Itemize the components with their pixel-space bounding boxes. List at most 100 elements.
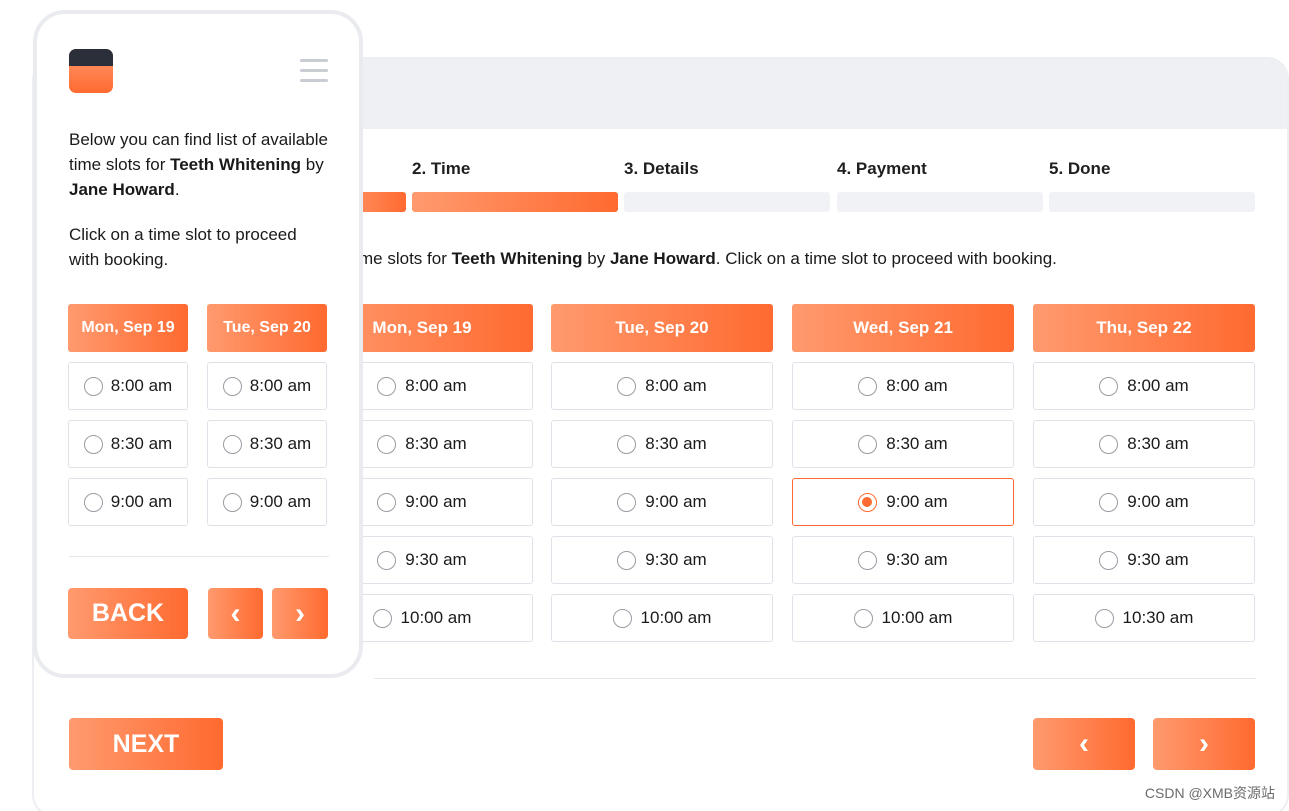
hamburger-menu-icon[interactable] xyxy=(300,59,328,85)
day-column-tue: Tue, Sep 20 8:00 am 8:30 am 9:00 am 9:30… xyxy=(551,304,773,642)
chevron-right-icon: › xyxy=(1199,727,1209,760)
radio-icon xyxy=(1099,550,1119,570)
radio-icon xyxy=(222,376,242,396)
time-slot[interactable]: 10:00 am xyxy=(551,594,773,642)
step-bar-payment xyxy=(837,192,1043,212)
time-slot[interactable]: 8:30 am xyxy=(207,420,327,468)
step-done-label: 5. Done xyxy=(1049,159,1111,178)
radio-icon xyxy=(858,434,878,454)
radio-icon xyxy=(83,434,103,454)
back-button[interactable]: BACK xyxy=(68,588,188,639)
day-header: Tue, Sep 20 xyxy=(551,304,773,352)
time-slot[interactable]: 9:00 am xyxy=(551,478,773,526)
next-button[interactable]: NEXT xyxy=(69,718,223,770)
time-slot[interactable]: 8:30 am xyxy=(1033,420,1255,468)
step-bar-done xyxy=(1049,192,1255,212)
radio-icon xyxy=(612,608,632,628)
time-slot-label: 8:00 am xyxy=(110,376,173,395)
step-details-label: 3. Details xyxy=(624,159,699,178)
time-slot[interactable]: 8:30 am xyxy=(68,420,188,468)
time-slot-label: 9:00 am xyxy=(405,492,467,511)
time-slot-label: 8:00 am xyxy=(645,376,707,395)
radio-icon xyxy=(377,492,397,512)
mobile-intro-text: Below you can find list of available tim… xyxy=(69,127,331,272)
radio-icon xyxy=(377,376,397,396)
intro-staff: Jane Howard xyxy=(609,249,716,268)
time-slot[interactable]: 8:00 am xyxy=(551,362,773,410)
watermark-text: CSDN @XMB资源站 xyxy=(1144,785,1275,801)
radio-icon xyxy=(222,492,242,512)
time-slot[interactable]: 9:00 am xyxy=(68,478,188,526)
time-slot-label: 9:00 am xyxy=(645,492,707,511)
radio-icon xyxy=(858,550,878,570)
radio-icon xyxy=(617,434,637,454)
time-slot-label: 10:00 am xyxy=(400,608,472,627)
mobile-prev-button[interactable]: ‹ xyxy=(208,588,263,639)
mobile-intro-suffix: . xyxy=(174,180,180,199)
time-slot-label: 8:30 am xyxy=(249,434,312,453)
time-slot-label: 9:00 am xyxy=(110,492,173,511)
radio-selected-icon xyxy=(858,492,878,512)
chevron-left-icon: ‹ xyxy=(230,596,241,630)
time-slot-label: 8:30 am xyxy=(405,434,467,453)
radio-icon xyxy=(617,376,637,396)
time-slot-label: 10:30 am xyxy=(1122,608,1194,627)
time-slot[interactable]: 9:30 am xyxy=(1033,536,1255,584)
radio-icon xyxy=(858,376,878,396)
time-slot[interactable]: 8:00 am xyxy=(1033,362,1255,410)
intro-prefix: me slots for xyxy=(359,249,452,268)
day-column-wed: Wed, Sep 21 8:00 am 8:30 am 9:00 am 9:30… xyxy=(792,304,1014,642)
time-slot-label: 8:00 am xyxy=(886,376,948,395)
time-slot[interactable]: 9:00 am xyxy=(207,478,327,526)
chevron-left-icon: ‹ xyxy=(1079,727,1089,760)
chevron-right-icon: › xyxy=(295,596,305,630)
radio-icon xyxy=(83,376,103,396)
mobile-next-button[interactable]: › xyxy=(272,588,328,639)
radio-icon xyxy=(617,492,637,512)
mobile-intro-paragraph: Below you can find list of available tim… xyxy=(69,127,331,202)
time-slot-label: 9:30 am xyxy=(1127,550,1189,569)
intro-suffix: . Click on a time slot to proceed with b… xyxy=(715,249,1057,268)
time-slot-label: 8:00 am xyxy=(1127,376,1189,395)
radio-icon xyxy=(1099,376,1119,396)
step-time-label: 2. Time xyxy=(412,159,471,178)
radio-icon xyxy=(372,608,392,628)
time-slot-label: 8:00 am xyxy=(405,376,467,395)
intro-service: Teeth Whitening xyxy=(451,249,583,268)
time-slot[interactable]: 9:30 am xyxy=(551,536,773,584)
time-slot-label: 8:30 am xyxy=(886,434,948,453)
mobile-day-column-mon: Mon, Sep 19 8:00 am 8:30 am 9:00 am xyxy=(68,304,188,526)
mobile-day-column-tue: Tue, Sep 20 8:00 am 8:30 am 9:00 am xyxy=(207,304,327,526)
time-slot[interactable]: 8:00 am xyxy=(792,362,1014,410)
next-week-button[interactable]: › xyxy=(1153,718,1255,770)
time-slot[interactable]: 10:00 am xyxy=(792,594,1014,642)
radio-icon xyxy=(853,608,873,628)
radio-icon xyxy=(1099,434,1119,454)
time-slot[interactable]: 8:00 am xyxy=(68,362,188,410)
time-slot-label: 9:00 am xyxy=(886,492,948,511)
step-bar-details xyxy=(624,192,830,212)
time-slot[interactable]: 9:30 am xyxy=(792,536,1014,584)
time-slot-label: 10:00 am xyxy=(640,608,712,627)
time-slot-label: 9:00 am xyxy=(1127,492,1189,511)
time-slot[interactable]: 8:30 am xyxy=(792,420,1014,468)
mobile-booking-panel: Below you can find list of available tim… xyxy=(33,10,363,678)
mobile-instruction: Click on a time slot to proceed with boo… xyxy=(69,225,297,269)
day-header: Tue, Sep 20 xyxy=(207,304,327,352)
time-slot-label: 8:30 am xyxy=(645,434,707,453)
time-slot[interactable]: 10:30 am xyxy=(1033,594,1255,642)
prev-week-button[interactable]: ‹ xyxy=(1033,718,1135,770)
time-slot-selected[interactable]: 9:00 am xyxy=(792,478,1014,526)
time-slot[interactable]: 9:00 am xyxy=(1033,478,1255,526)
time-slot-label: 10:00 am xyxy=(881,608,953,627)
radio-icon xyxy=(222,434,242,454)
radio-icon xyxy=(83,492,103,512)
time-slot-label: 9:30 am xyxy=(405,550,467,569)
day-column-thu: Thu, Sep 22 8:00 am 8:30 am 9:00 am 9:30… xyxy=(1033,304,1255,642)
intro-by: by xyxy=(582,249,610,268)
time-slot[interactable]: 8:00 am xyxy=(207,362,327,410)
day-header: Thu, Sep 22 xyxy=(1033,304,1255,352)
time-slot[interactable]: 8:30 am xyxy=(551,420,773,468)
mobile-footer-divider xyxy=(69,556,329,557)
mobile-intro-staff: Jane Howard xyxy=(69,180,175,199)
